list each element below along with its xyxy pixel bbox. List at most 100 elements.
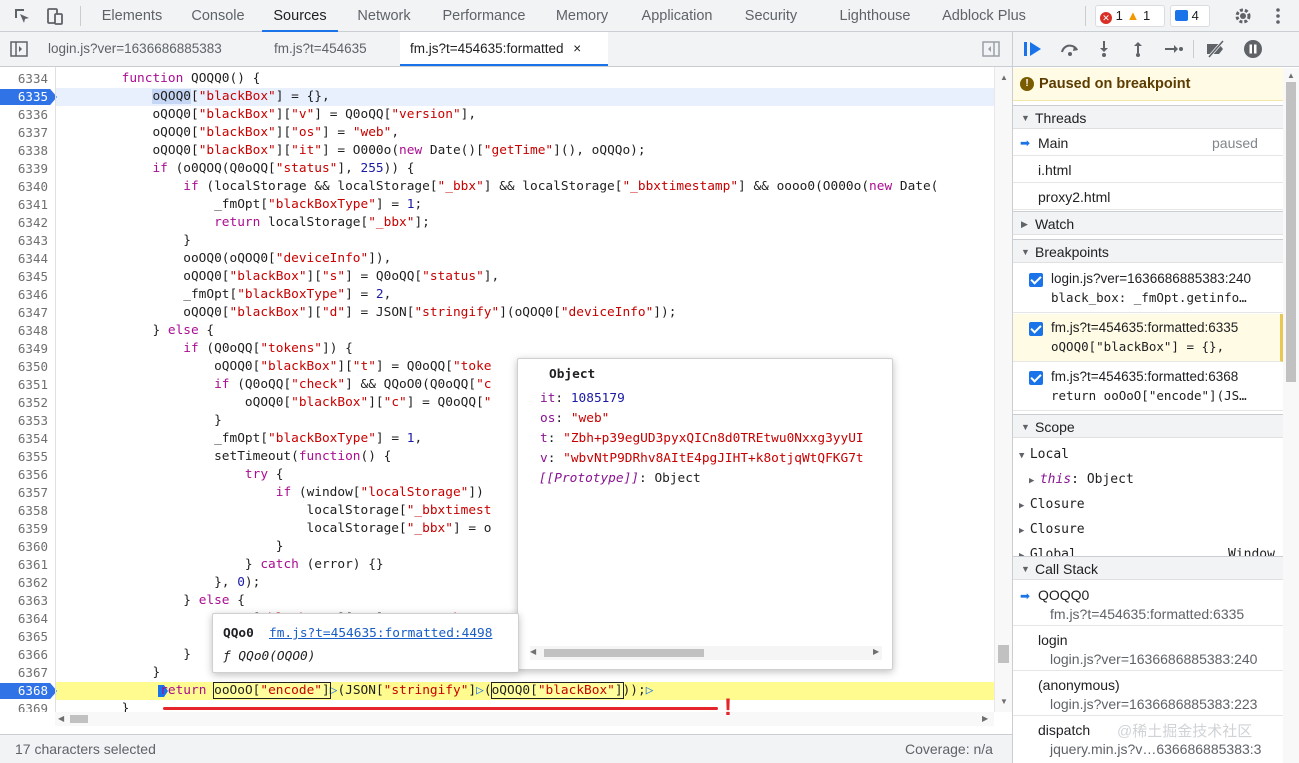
code-line[interactable]: oQOQ0["blackBox"] = {}, xyxy=(60,88,330,106)
line-number[interactable]: 6354 xyxy=(0,430,50,448)
scrollbar-thumb[interactable] xyxy=(998,645,1009,663)
line-number[interactable]: 6359 xyxy=(0,520,50,538)
breakpoint-item[interactable]: login.js?ver=1636686885383:240 black_box… xyxy=(1013,265,1283,313)
line-number[interactable]: 6366 xyxy=(0,646,50,664)
line-number[interactable]: 6364 xyxy=(0,610,50,628)
thread-main[interactable]: ➡ Main paused xyxy=(1013,130,1283,156)
tab-console[interactable]: Console xyxy=(180,0,256,32)
sidebar-scrollbar[interactable]: ▲ xyxy=(1283,68,1299,763)
line-number[interactable]: 6362 xyxy=(0,574,50,592)
toggle-navigator-icon[interactable] xyxy=(10,41,28,57)
code-line[interactable]: } catch (error) {} xyxy=(60,556,384,574)
scroll-left-icon[interactable]: ◀ xyxy=(58,714,64,723)
tab-adblock-plus[interactable]: Adblock Plus xyxy=(934,0,1034,32)
code-line[interactable]: _fmOpt["blackBoxType"] = 2, xyxy=(60,286,391,304)
line-number[interactable]: 6367 xyxy=(0,664,50,682)
function-source-link[interactable]: fm.js?t=454635:formatted:4498 xyxy=(269,626,492,641)
toggle-debugger-icon[interactable] xyxy=(982,41,1000,57)
tab-security[interactable]: Security xyxy=(734,0,808,32)
code-line[interactable]: oQOQ0["blackBox"]["s"] = Q0oQQ["status"]… xyxy=(60,268,499,286)
editor-vertical-scrollbar[interactable]: ▲ ▼ xyxy=(994,67,1012,712)
code-line[interactable]: } else { xyxy=(60,322,214,340)
code-line[interactable]: } xyxy=(60,232,191,250)
code-line[interactable]: localStorage["_bbxtimest xyxy=(60,502,492,520)
thread-i-html[interactable]: i.html xyxy=(1013,157,1283,183)
tab-sources[interactable]: Sources xyxy=(262,0,338,32)
callstack-frame[interactable]: login login.js?ver=1636686885383:240 xyxy=(1013,627,1283,671)
code-line[interactable]: return localStorage["_bbx"]; xyxy=(60,214,430,232)
line-number[interactable]: 6350 xyxy=(0,358,50,376)
code-line[interactable]: } xyxy=(60,646,191,664)
code-line[interactable]: } xyxy=(60,412,222,430)
line-number[interactable]: 6355 xyxy=(0,448,50,466)
code-line[interactable]: oQOQ0["blackBox"]["os"] = "web", xyxy=(60,124,399,142)
inspect-element-icon[interactable] xyxy=(12,6,32,26)
file-tab-fm-formatted[interactable]: fm.js?t=454635:formatted × xyxy=(400,32,608,66)
device-toolbar-icon[interactable] xyxy=(45,6,65,26)
line-number[interactable]: 6358 xyxy=(0,502,50,520)
code-line[interactable]: } else { xyxy=(60,592,245,610)
code-line[interactable]: setTimeout(function() { xyxy=(60,448,391,466)
code-line[interactable]: } xyxy=(60,538,284,556)
line-number[interactable]: 6334 xyxy=(0,70,50,88)
breakpoints-section-header[interactable]: ▼ Breakpoints xyxy=(1013,239,1283,263)
scope-closure[interactable]: ▶ Closure xyxy=(1019,518,1289,543)
line-number[interactable]: 6360 xyxy=(0,538,50,556)
line-number[interactable]: 6335 xyxy=(0,88,50,106)
thread-proxy2-html[interactable]: proxy2.html xyxy=(1013,184,1283,210)
code-line[interactable]: oQOQ0["blackBox"]["c"] = Q0oQQ[" xyxy=(60,394,492,412)
line-number[interactable]: 6352 xyxy=(0,394,50,412)
breakpoint-item-active[interactable]: fm.js?t=454635:formatted:6335 oQOQ0["bla… xyxy=(1013,314,1283,362)
code-line[interactable]: function QOQQ0() { xyxy=(60,70,261,88)
line-number[interactable]: 6348 xyxy=(0,322,50,340)
line-number[interactable]: 6369 xyxy=(0,700,50,712)
editor-horizontal-scrollbar[interactable]: ◀ ▶ xyxy=(55,712,994,726)
line-number[interactable]: 6347 xyxy=(0,304,50,322)
line-number[interactable]: 6349 xyxy=(0,340,50,358)
callstack-frame-current[interactable]: ➡ QOQQ0 fm.js?t=454635:formatted:6335 xyxy=(1013,582,1283,626)
code-line[interactable]: }, 0); xyxy=(60,574,260,592)
step-into-icon[interactable] xyxy=(1095,40,1113,58)
code-line[interactable]: oQOQ0["blackBox"]["it"] = O000o(new Date… xyxy=(60,142,645,160)
file-tab-login[interactable]: login.js?ver=1636686885383 xyxy=(38,32,232,66)
file-tab-fm[interactable]: fm.js?t=454635 xyxy=(262,32,379,66)
code-line[interactable]: if (window["localStorage"]) xyxy=(60,484,484,502)
tab-network[interactable]: Network xyxy=(345,0,423,32)
resume-icon[interactable] xyxy=(1023,40,1045,58)
tab-application[interactable]: Application xyxy=(630,0,724,32)
pause-on-exceptions-icon[interactable] xyxy=(1243,39,1263,59)
scope-closure[interactable]: ▶ Closure xyxy=(1019,493,1289,518)
messages-badge[interactable]: 4 xyxy=(1170,5,1210,27)
tab-lighthouse[interactable]: Lighthouse xyxy=(826,0,924,32)
threads-section-header[interactable]: ▼ Threads xyxy=(1013,105,1283,129)
line-number[interactable]: 6356 xyxy=(0,466,50,484)
code-line[interactable]: if (localStorage && localStorage["_bbx"]… xyxy=(60,178,938,196)
scroll-right-icon[interactable]: ▶ xyxy=(982,714,988,723)
tab-elements[interactable]: Elements xyxy=(92,0,172,32)
line-number[interactable]: 6339 xyxy=(0,160,50,178)
scope-section-header[interactable]: ▼ Scope xyxy=(1013,414,1283,438)
line-number[interactable]: 6340 xyxy=(0,178,50,196)
code-line[interactable]: _fmOpt["blackBoxType"] = 1, xyxy=(60,430,422,448)
line-number[interactable]: 6361 xyxy=(0,556,50,574)
popover-horizontal-scrollbar[interactable]: ◀ ▶ xyxy=(530,646,882,660)
step-out-icon[interactable] xyxy=(1129,40,1147,58)
code-line[interactable]: if (Q0oQQ["check"] && QQoO0(Q0oQQ["c xyxy=(60,376,491,394)
issues-badge[interactable]: ✕ 1 ▲ 1 xyxy=(1095,5,1165,27)
code-line[interactable]: if (Q0oQQ["tokens"]) { xyxy=(60,340,353,358)
scroll-down-icon[interactable]: ▼ xyxy=(1000,697,1008,706)
tab-performance[interactable]: Performance xyxy=(432,0,536,32)
line-number[interactable]: 6353 xyxy=(0,412,50,430)
code-line[interactable]: } xyxy=(60,664,160,682)
line-number[interactable]: 6336 xyxy=(0,106,50,124)
scope-local[interactable]: ▼ Local xyxy=(1019,443,1289,468)
coverage-status[interactable]: Coverage: n/a xyxy=(905,735,993,763)
breakpoint-checkbox[interactable] xyxy=(1029,273,1043,287)
code-line[interactable]: } xyxy=(60,700,130,712)
step-over-icon[interactable] xyxy=(1059,40,1081,58)
code-line[interactable]: oQOQ0["blackBox"]["t"] = Q0oQQ["toke xyxy=(60,358,491,376)
line-number[interactable]: 6338 xyxy=(0,142,50,160)
line-number[interactable]: 6365 xyxy=(0,628,50,646)
line-number[interactable]: 6337 xyxy=(0,124,50,142)
line-number[interactable]: 6351 xyxy=(0,376,50,394)
